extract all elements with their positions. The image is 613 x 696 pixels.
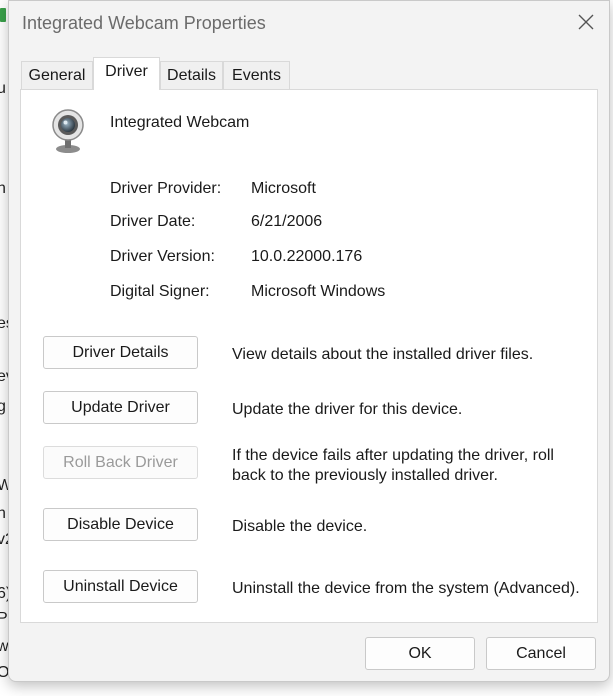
digital-signer-value: Microsoft Windows (251, 283, 386, 300)
background-text: u (0, 80, 6, 97)
disable-device-button[interactable]: Disable Device (43, 508, 198, 541)
disable-device-description: Disable the device. (232, 518, 368, 535)
background-text: g (0, 398, 6, 415)
properties-dialog: Integrated Webcam Properties General Dri… (8, 0, 610, 682)
driver-version-value: 10.0.22000.176 (251, 248, 363, 265)
roll-back-driver-description: If the device fails after updating the d… (232, 447, 554, 484)
driver-date-label: Driver Date: (110, 213, 196, 230)
driver-tab-panel: Integrated Webcam Driver Provider: Micro… (20, 89, 598, 623)
close-button[interactable] (571, 7, 601, 37)
window-title: Integrated Webcam Properties (22, 13, 266, 33)
uninstall-device-button[interactable]: Uninstall Device (43, 570, 198, 603)
device-name: Integrated Webcam (110, 114, 250, 131)
title-bar[interactable]: Integrated Webcam Properties (9, 1, 609, 46)
driver-date-value: 6/21/2006 (251, 213, 323, 230)
tab-details[interactable]: Details (160, 61, 223, 89)
driver-provider-value: Microsoft (251, 180, 316, 197)
tab-events[interactable]: Events (223, 61, 290, 89)
driver-details-button[interactable]: Driver Details (43, 336, 198, 369)
uninstall-device-description: Uninstall the device from the system (Ad… (232, 580, 580, 597)
background-text: n (0, 505, 6, 522)
digital-signer-label: Digital Signer: (110, 283, 210, 300)
update-driver-description: Update the driver for this device. (232, 401, 463, 418)
background-text: n (0, 180, 6, 197)
close-icon (578, 14, 594, 30)
cancel-button[interactable]: Cancel (486, 637, 596, 670)
roll-back-driver-button[interactable]: Roll Back Driver (43, 446, 198, 479)
webcam-icon (52, 109, 84, 153)
tab-driver[interactable]: Driver (93, 57, 160, 90)
ok-button[interactable]: OK (365, 637, 475, 670)
update-driver-button[interactable]: Update Driver (43, 391, 198, 424)
tab-general[interactable]: General (21, 61, 93, 89)
driver-provider-label: Driver Provider: (110, 180, 222, 197)
driver-details-description: View details about the installed driver … (232, 346, 534, 363)
background-app-icon (0, 8, 6, 22)
driver-version-label: Driver Version: (110, 248, 215, 265)
background-text: P (0, 610, 8, 627)
